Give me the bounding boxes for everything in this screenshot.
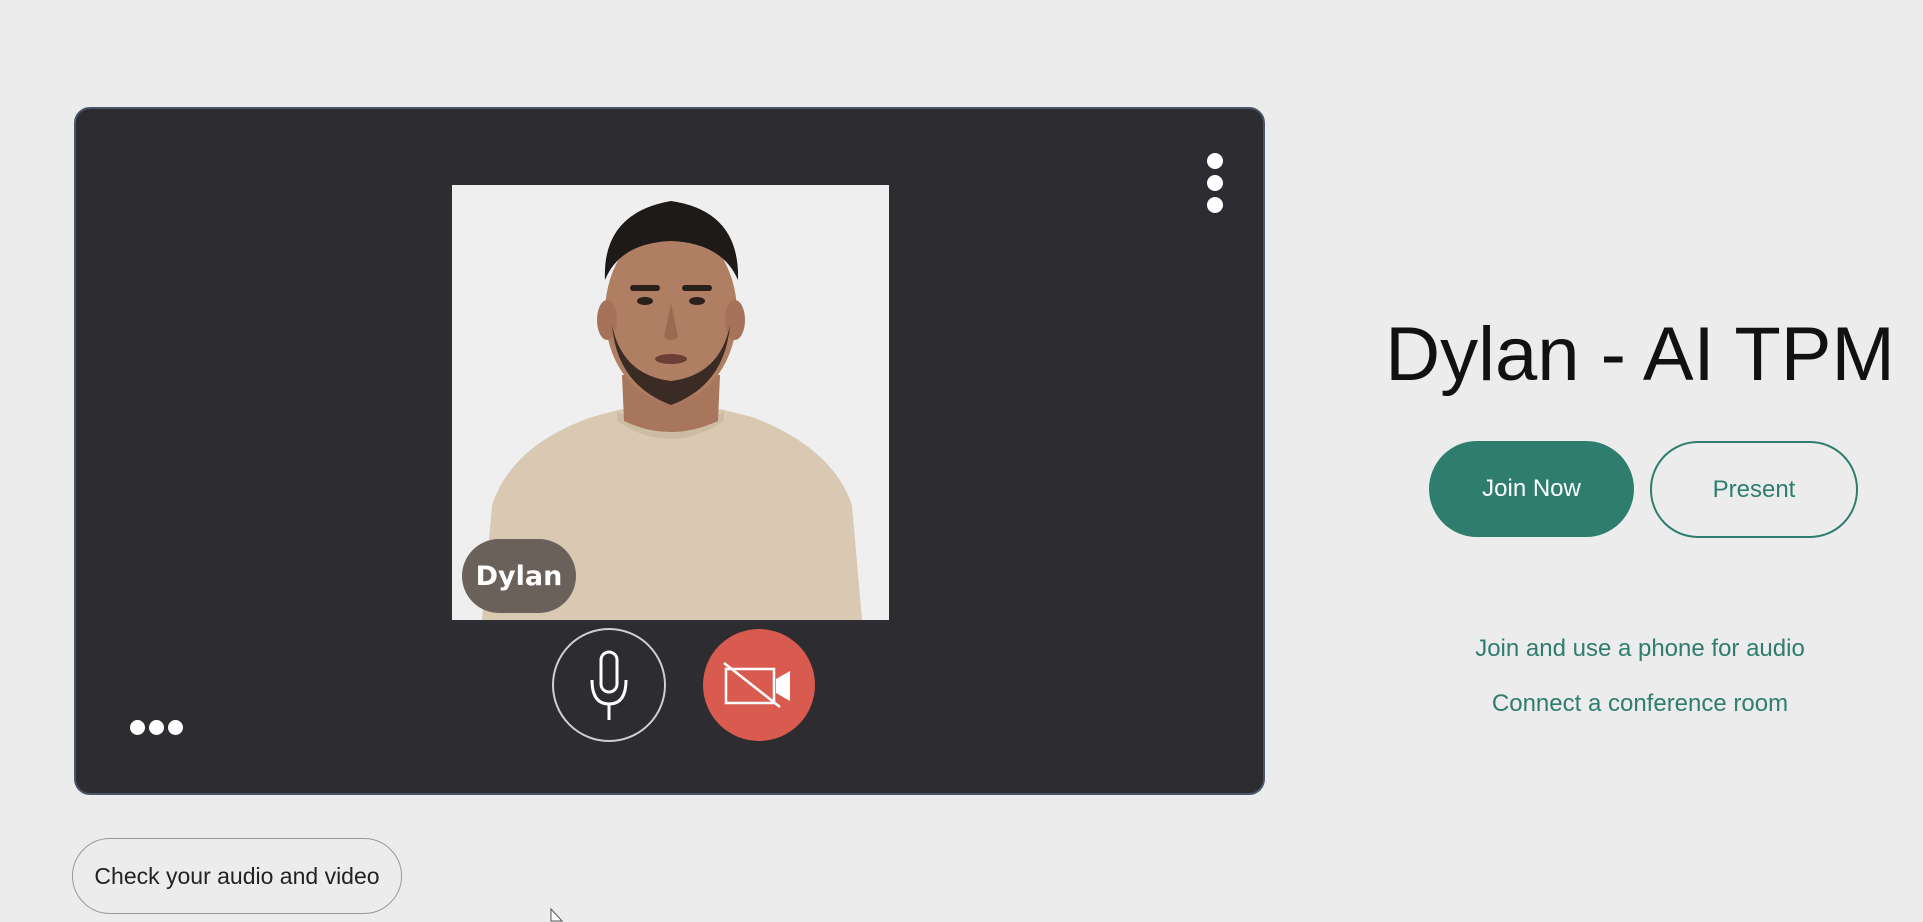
mouse-cursor-icon xyxy=(550,908,564,922)
microphone-icon xyxy=(590,650,628,720)
microphone-toggle-button[interactable] xyxy=(552,628,666,742)
horizontal-ellipsis-icon[interactable] xyxy=(128,718,188,738)
participant-name-badge: Dylan xyxy=(462,539,576,613)
join-now-button[interactable]: Join Now xyxy=(1429,441,1634,537)
video-preview-panel: Dylan xyxy=(74,107,1265,795)
vertical-ellipsis-icon[interactable] xyxy=(1200,151,1230,215)
conference-room-link[interactable]: Connect a conference room xyxy=(1380,690,1900,718)
phone-audio-link[interactable]: Join and use a phone for audio xyxy=(1380,635,1900,663)
meeting-title: Dylan - AI TPM xyxy=(1385,312,1895,397)
camera-toggle-button[interactable] xyxy=(703,629,815,741)
pre-join-screen: Dylan Check your audio and video Dylan -… xyxy=(0,0,1923,922)
video-camera-off-icon xyxy=(723,662,790,708)
check-audio-video-button[interactable]: Check your audio and video xyxy=(72,838,402,914)
present-button[interactable]: Present xyxy=(1650,441,1858,538)
